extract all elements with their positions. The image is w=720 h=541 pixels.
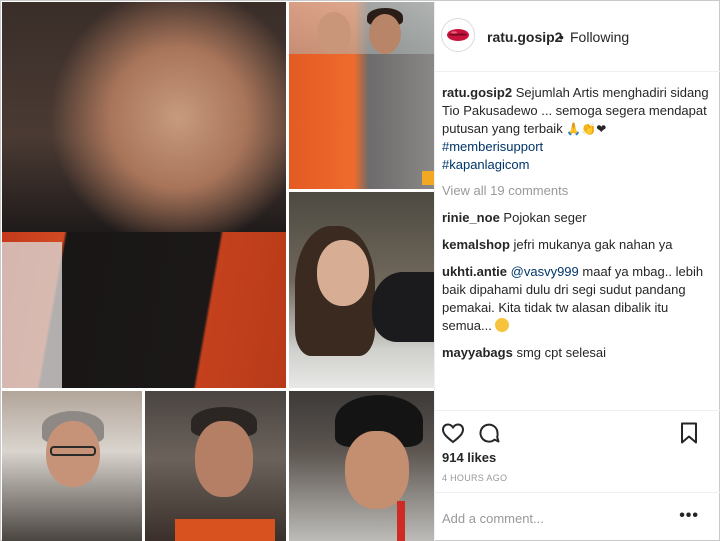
avatar[interactable] (441, 18, 475, 52)
likes-count[interactable]: 914 likes (442, 450, 496, 465)
post-timestamp: 4 HOURS AGO (442, 473, 508, 483)
comment-mention[interactable]: @vasvy999 (511, 264, 579, 279)
photo-woman-long-hair (289, 192, 434, 388)
caption-emojis: 🙏👏❤ (566, 122, 607, 136)
post-header: ratu.gosip2 • Following (435, 2, 720, 72)
list-item: kemalshop jefri mukanya gak nahan ya (442, 236, 714, 254)
smile-emoji-icon (495, 318, 510, 332)
kapanlagi-watermark (422, 171, 434, 185)
comment-username[interactable]: rinie_noe (442, 210, 500, 225)
comment-username[interactable]: ukhti.antie (442, 264, 507, 279)
username-link[interactable]: ratu.gosip2 (487, 29, 562, 45)
add-comment-input[interactable]: Add a comment... (442, 511, 544, 526)
more-options-icon[interactable]: ••• (679, 507, 699, 525)
hashtag-memberisupport[interactable]: #memberisupport (442, 138, 714, 156)
photo-couple-orange-shirts (289, 2, 434, 189)
photo-main-man-profile (2, 2, 286, 388)
add-comment-bar: Add a comment... ••• (435, 492, 720, 541)
instagram-post-frame: ratu.gosip2 • Following ratu.gosip2 Seju… (0, 0, 720, 541)
following-button[interactable]: Following (570, 29, 629, 45)
bookmark-icon[interactable] (677, 421, 701, 445)
lips-avatar-icon (447, 29, 469, 41)
photo-man-slicked-hair (145, 391, 286, 541)
comments-section: ratu.gosip2 Sejumlah Artis menghadiri si… (442, 84, 714, 362)
action-bar (435, 410, 720, 454)
comment-username[interactable]: kemalshop (442, 237, 510, 252)
comment-text: Pojokan seger (503, 210, 587, 225)
comment-text: jefri mukanya gak nahan ya (513, 237, 673, 252)
comment-text: smg cpt selesai (516, 345, 607, 360)
caption: ratu.gosip2 Sejumlah Artis menghadiri si… (442, 84, 714, 174)
list-item: rinie_noe Pojokan seger (442, 209, 714, 227)
comment-username[interactable]: mayyabags (442, 345, 513, 360)
comment-icon[interactable] (477, 421, 501, 445)
separator-dot: • (559, 29, 564, 45)
photo-older-woman-glasses (2, 391, 142, 541)
post-side-panel: ratu.gosip2 • Following ratu.gosip2 Seju… (434, 2, 720, 541)
list-item: mayyabags smg cpt selesai (442, 344, 714, 362)
hashtag-kapanlagicom[interactable]: #kapanlagicom (442, 156, 714, 174)
caption-username[interactable]: ratu.gosip2 (442, 85, 512, 100)
view-all-comments-link[interactable]: View all 19 comments (442, 182, 714, 200)
post-photo-collage[interactable] (2, 2, 434, 541)
photo-young-man-beanie (289, 391, 434, 541)
list-item: ukhti.antie @vasvy999 maaf ya mbag.. leb… (442, 263, 714, 335)
heart-icon[interactable] (441, 421, 465, 445)
